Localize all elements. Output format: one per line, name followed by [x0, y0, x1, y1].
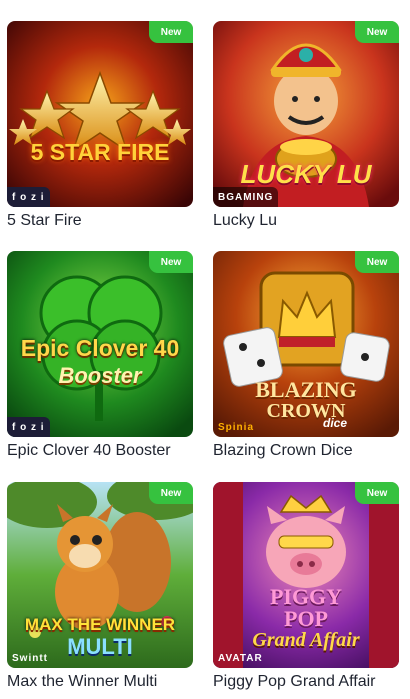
game-title[interactable]: 5 Star Fire — [7, 211, 193, 231]
game-logo-text: PIGGY — [269, 584, 343, 609]
game-logo-subtext: Booster — [58, 363, 142, 388]
provider-logo: Spinia — [218, 421, 255, 433]
provider-logo: AVATAR — [218, 652, 263, 664]
game-logo-text: BLAZING — [255, 377, 357, 402]
new-badge: New — [355, 251, 399, 273]
game-thumbnail[interactable]: LUCKY LU BGAMING New — [213, 21, 399, 207]
game-logo-text: 5 STAR FIRE — [30, 139, 170, 165]
game-logo-subtext: POP — [284, 606, 328, 631]
game-thumbnail[interactable]: Epic Clover 40 Booster f o z i New — [7, 251, 193, 437]
provider-logo: f o z i — [7, 187, 50, 207]
new-badge: New — [355, 21, 399, 43]
game-logo-text: Epic Clover 40 — [20, 335, 180, 361]
game-logo-text: LUCKY LU — [240, 159, 372, 189]
game-thumbnail[interactable]: PIGGY POP Grand Affair AVATAR New — [213, 482, 399, 668]
game-logo-tag: Grand Affair — [252, 629, 360, 651]
new-badge: New — [149, 251, 193, 273]
game-card-blazing-crown-dice[interactable]: BLAZING CROWN dice Spinia New Blazing Cr… — [213, 251, 399, 461]
game-artwork — [7, 21, 193, 207]
game-card-lucky-lu[interactable]: LUCKY LU BGAMING New Lucky Lu — [213, 21, 399, 231]
provider-logo: BGAMING — [213, 187, 279, 207]
provider-logo: f o z i — [7, 417, 50, 437]
game-card-epic-clover-40-booster[interactable]: Epic Clover 40 Booster f o z i New Epic … — [7, 251, 193, 461]
game-thumbnail[interactable]: BLAZING CROWN dice Spinia New — [213, 251, 399, 437]
game-title[interactable]: Blazing Crown Dice — [213, 441, 399, 461]
new-badge: New — [149, 21, 193, 43]
game-title[interactable]: Lucky Lu — [213, 211, 399, 231]
game-logo-tag: dice — [323, 416, 348, 430]
games-grid: 5 STAR FIRE f o z i New 5 Star Fire LUCK… — [0, 0, 410, 699]
game-card-max-the-winner-multi[interactable]: MAX THE WINNER MULTI Swintt New Max the … — [7, 482, 193, 692]
game-title[interactable]: Epic Clover 40 Booster — [7, 441, 193, 461]
provider-logo: Swintt — [12, 652, 48, 664]
new-badge: New — [149, 482, 193, 504]
game-title[interactable]: Max the Winner Multi — [7, 672, 193, 692]
game-thumbnail[interactable]: MAX THE WINNER MULTI Swintt New — [7, 482, 193, 668]
game-logo-text: MAX THE WINNER — [24, 615, 176, 634]
game-thumbnail[interactable]: 5 STAR FIRE f o z i New — [7, 21, 193, 207]
new-badge: New — [355, 482, 399, 504]
game-card-piggy-pop-grand-affair[interactable]: PIGGY POP Grand Affair AVATAR New Piggy … — [213, 482, 399, 692]
game-title[interactable]: Piggy Pop Grand Affair — [213, 672, 399, 692]
game-card-5-star-fire[interactable]: 5 STAR FIRE f o z i New 5 Star Fire — [7, 21, 193, 231]
